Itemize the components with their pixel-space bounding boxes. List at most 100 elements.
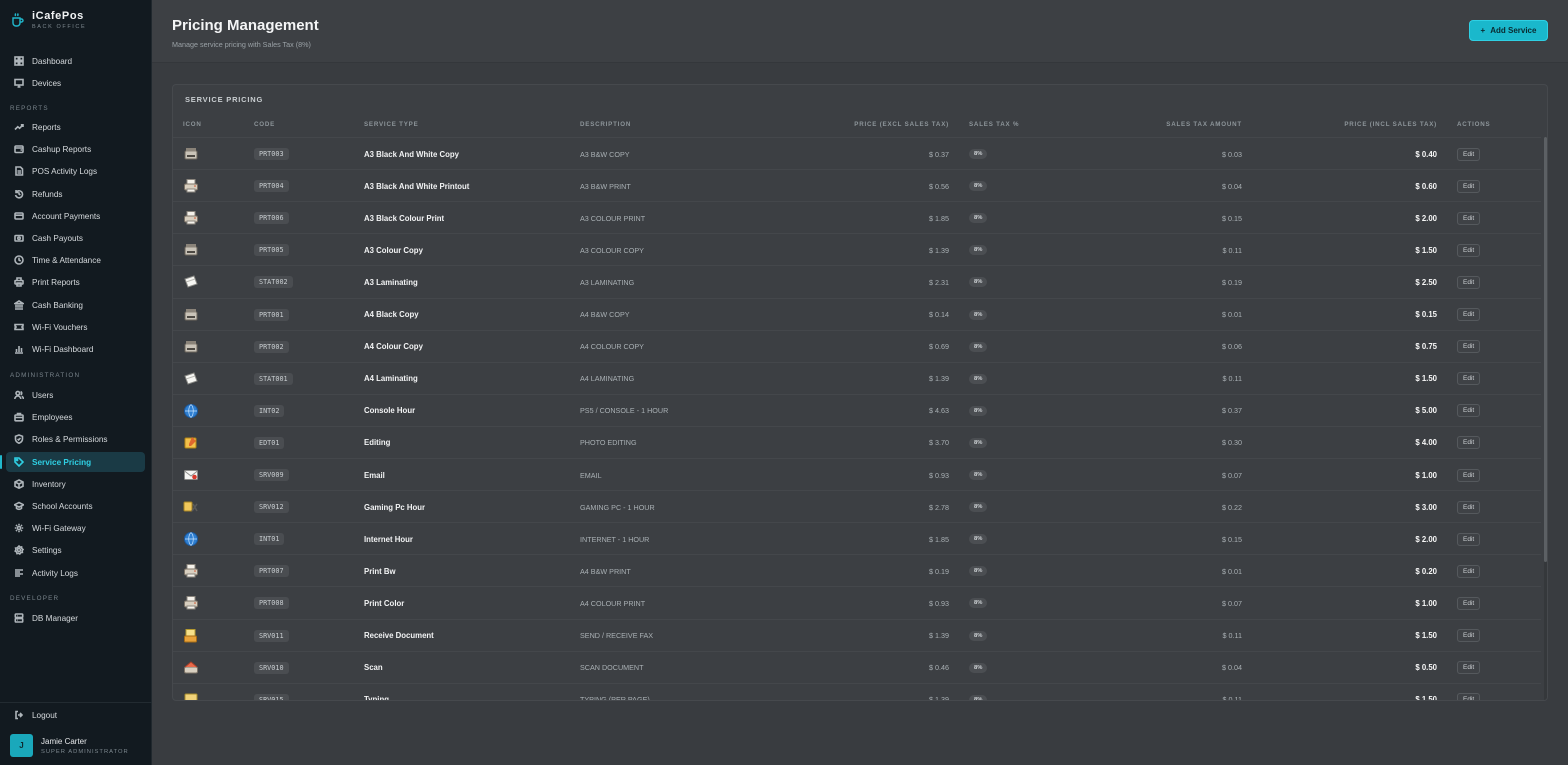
sidebar-item-label: Inventory <box>32 479 66 489</box>
edit-button[interactable]: Edit <box>1457 436 1481 450</box>
service-description: SCAN DOCUMENT <box>580 663 644 673</box>
price-excl-cell: $ 3.70 <box>813 427 949 459</box>
edit-button[interactable]: Edit <box>1457 500 1481 514</box>
edit-button[interactable]: Edit <box>1457 468 1481 482</box>
price-excl: $ 0.93 <box>929 598 949 608</box>
printer-icon <box>184 596 198 610</box>
service-cell: A3 Colour Copy <box>364 234 423 266</box>
tax-amount-cell: $ 0.01 <box>1073 555 1242 587</box>
tax-amount-cell: $ 0.04 <box>1073 652 1242 684</box>
edit-button[interactable]: Edit <box>1457 179 1481 193</box>
brand[interactable]: iCafePos BACK OFFICE <box>10 10 86 30</box>
doc-icon <box>15 166 24 176</box>
sidebar-item-wi-fi-gateway[interactable]: Wi-Fi Gateway <box>6 518 145 538</box>
col-code: CODE <box>254 121 276 128</box>
description-cell: TYPING (PER PAGE) <box>580 684 650 700</box>
refund-icon <box>14 190 24 199</box>
sidebar-item-users[interactable]: Users <box>6 385 145 405</box>
user-profile[interactable]: J Jamie Carter SUPER ADMINISTRATOR <box>10 734 129 757</box>
tax-amount-cell: $ 0.01 <box>1073 299 1242 331</box>
service-description: A4 B&W PRINT <box>580 566 631 576</box>
sidebar-item-refunds[interactable]: Refunds <box>6 184 145 204</box>
sidebar-item-label: Cashup Reports <box>32 144 92 154</box>
add-service-button[interactable]: + Add Service <box>1469 20 1548 41</box>
price-incl: $ 2.00 <box>1415 534 1437 544</box>
sidebar-item-label: Employees <box>32 412 73 422</box>
service-description: GAMING PC - 1 HOUR <box>580 502 655 512</box>
service-cell: A3 Black And White Copy <box>364 138 459 170</box>
tax-amount: $ 0.11 <box>1222 631 1242 640</box>
sidebar-item-cash-payouts[interactable]: Cash Payouts <box>6 228 145 248</box>
price-incl-cell: $ 1.50 <box>1273 234 1437 266</box>
tax-pct-cell: 8% <box>969 652 988 684</box>
sidebar-item-employees[interactable]: Employees <box>6 407 145 427</box>
price-excl: $ 0.56 <box>929 181 949 191</box>
service-type: Internet Hour <box>364 534 413 544</box>
sidebar-item-account-payments[interactable]: Account Payments <box>6 206 145 226</box>
sidebar-item-wi-fi-vouchers[interactable]: Wi-Fi Vouchers <box>6 317 145 337</box>
sidebar-item-cashup-reports[interactable]: Cashup Reports <box>6 139 145 159</box>
price-excl: $ 2.78 <box>929 502 949 512</box>
price-excl-cell: $ 2.78 <box>813 491 949 523</box>
logout-button[interactable]: Logout <box>6 705 145 725</box>
tax-amount-cell: $ 0.11 <box>1073 684 1242 700</box>
table-row: PRT008 Print Color A4 COLOUR PRINT $ 0.93 8%… <box>173 586 1541 618</box>
service-type: A3 Colour Copy <box>364 245 423 255</box>
sidebar-item-print-reports[interactable]: Print Reports <box>6 272 145 292</box>
service-cell: A3 Black Colour Print <box>364 202 444 234</box>
sidebar-item-wi-fi-dashboard[interactable]: Wi-Fi Dashboard <box>6 339 145 359</box>
service-description: A4 B&W COPY <box>580 310 630 319</box>
edit-button[interactable]: Edit <box>1457 372 1481 386</box>
table-row: SRV015 Typing TYPING (PER PAGE) $ 1.39 8% $ 0… <box>173 682 1541 700</box>
sidebar-item-roles-permissions[interactable]: Roles & Permissions <box>6 429 145 449</box>
page-title: Pricing Management <box>172 17 319 34</box>
sidebar-item-db-manager[interactable]: DB Manager <box>6 608 145 628</box>
tax-badge: 8% <box>969 213 988 224</box>
price-excl: $ 0.19 <box>929 566 949 576</box>
sidebar-item-school-accounts[interactable]: School Accounts <box>6 496 145 516</box>
sidebar-item-time-attendance[interactable]: Time & Attendance <box>6 250 145 270</box>
actions-cell: Edit <box>1457 395 1481 427</box>
sidebar-item-cash-banking[interactable]: Cash Banking <box>6 295 145 315</box>
edit-button[interactable]: Edit <box>1457 596 1481 610</box>
edit-button[interactable]: Edit <box>1457 564 1481 578</box>
table-row: PRT003 A3 Black And White Copy A3 B&W COPY… <box>173 137 1541 169</box>
service-description: A3 B&W PRINT <box>580 181 631 191</box>
table-scrollbar[interactable] <box>1544 137 1547 700</box>
sidebar-item-reports[interactable]: Reports <box>6 117 145 137</box>
table-row: PRT002 A4 Colour Copy A4 COLOUR COPY $ 0.69… <box>173 329 1541 362</box>
edit-button[interactable]: Edit <box>1457 211 1481 225</box>
edit-button[interactable]: Edit <box>1457 532 1481 546</box>
tax-pct-cell: 8% <box>969 459 988 491</box>
sidebar-item-devices[interactable]: Devices <box>6 73 145 93</box>
edit-button[interactable]: Edit <box>1457 693 1481 700</box>
sidebar-item-label: Roles & Permissions <box>32 434 108 444</box>
tax-amount: $ 0.30 <box>1222 438 1242 448</box>
sidebar-item-activity-logs[interactable]: Activity Logs <box>6 563 145 583</box>
service-code: SRV015 <box>254 693 289 700</box>
table-row: SRV010 Scan SCAN DOCUMENT $ 0.46 8% $ 0.04 $ 0… <box>173 650 1541 684</box>
sidebar-item-label: DB Manager <box>32 613 78 623</box>
price-incl-cell: $ 1.00 <box>1273 459 1437 491</box>
edit-button[interactable]: Edit <box>1457 404 1481 418</box>
sidebar-item-dashboard[interactable]: Dashboard <box>6 51 145 71</box>
sidebar-item-pos-activity-logs[interactable]: POS Activity Logs <box>6 161 145 181</box>
edit-button[interactable]: Edit <box>1457 629 1481 642</box>
sidebar-item-settings[interactable]: Settings <box>6 540 145 560</box>
laminator-icon <box>184 275 198 289</box>
service-cell: A4 Laminating <box>364 363 418 395</box>
edit-button[interactable]: Edit <box>1457 243 1481 257</box>
sidebar-item-inventory[interactable]: Inventory <box>6 474 145 494</box>
card-title: SERVICE PRICING <box>185 95 264 104</box>
sidebar-item-service-pricing[interactable]: Service Pricing <box>0 452 145 472</box>
edit-button[interactable]: Edit <box>1457 308 1481 321</box>
scrollbar-thumb[interactable] <box>1544 137 1547 562</box>
edit-button[interactable]: Edit <box>1457 147 1481 161</box>
service-type: A3 Black And White Copy <box>364 149 460 159</box>
edit-button[interactable]: Edit <box>1457 661 1481 675</box>
price-incl: $ 1.50 <box>1415 631 1437 640</box>
gear-icon <box>14 523 24 533</box>
edit-button[interactable]: Edit <box>1457 340 1481 354</box>
code-cell: SRV012 <box>254 491 289 523</box>
edit-button[interactable]: Edit <box>1457 275 1481 289</box>
